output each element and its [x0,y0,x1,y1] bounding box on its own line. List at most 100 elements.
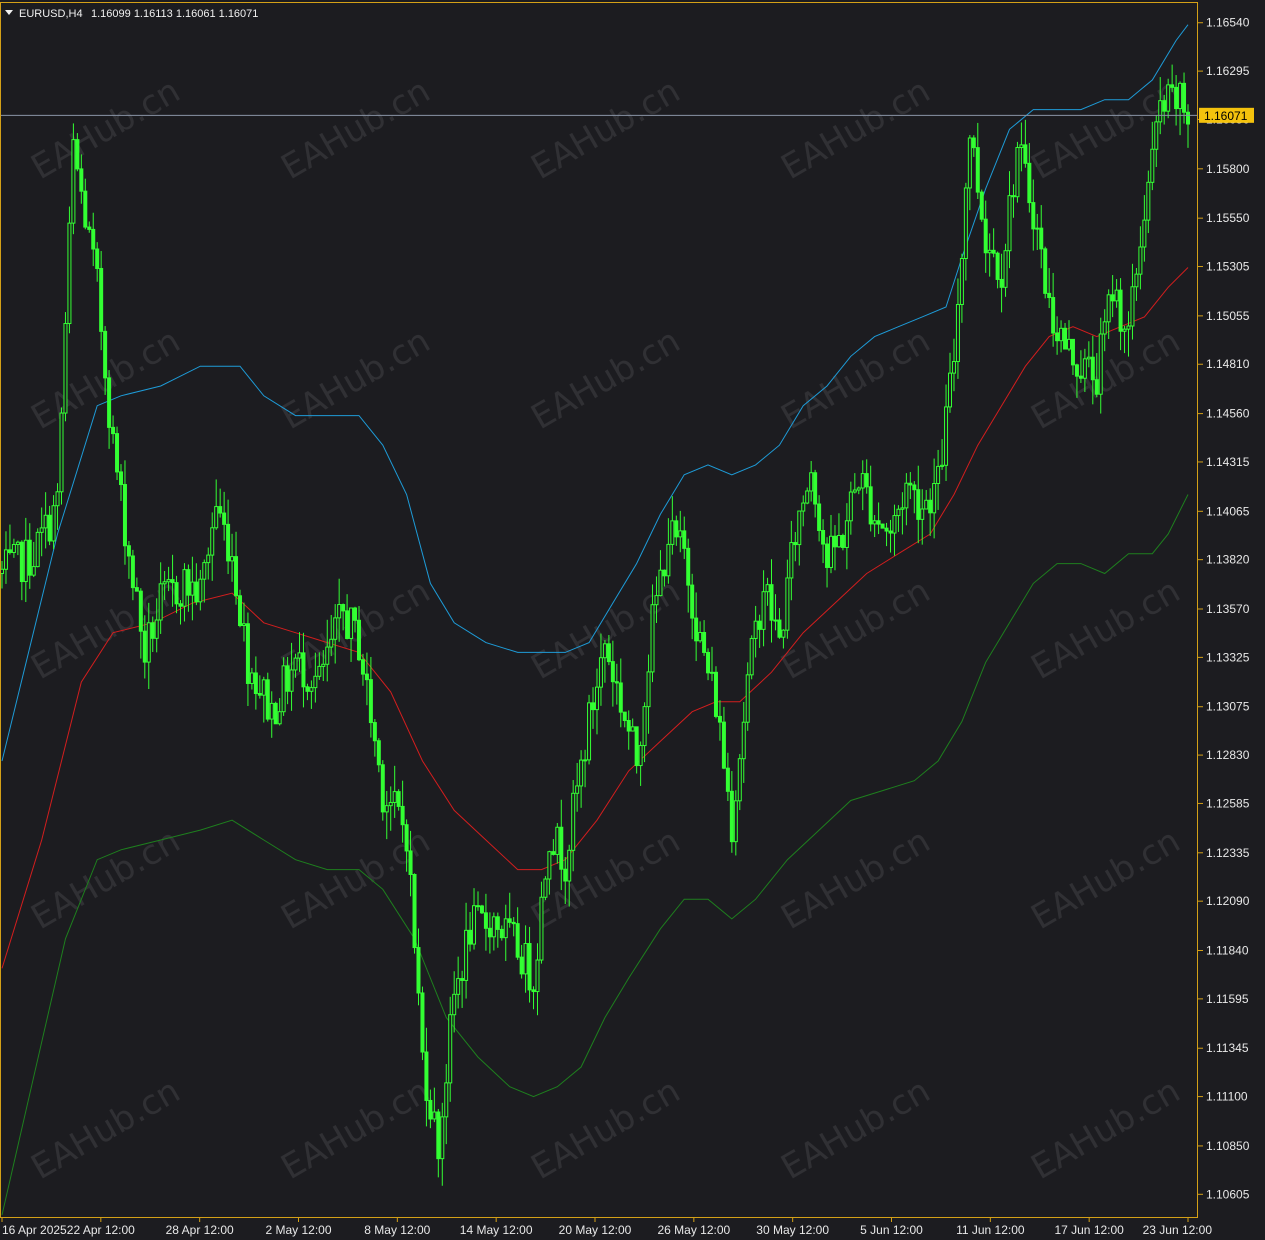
candle-body [682,530,687,549]
candle-body [535,959,540,993]
candle-body [1019,144,1024,149]
candle-body [995,252,1000,280]
candle-body [321,663,326,667]
candle-body [729,790,734,843]
candle-body [575,785,580,794]
time-tick-label: 11 Jun 12:00 [956,1223,1025,1237]
candle-body [745,674,750,723]
price-chart[interactable]: EAHub.cn EAHub.cn EAHub.cn EAHub.cn EAHub.cn… [0,0,1265,1240]
candle-body [35,531,40,568]
price-tick-label: 1.15305 [1206,260,1250,274]
candle-body [388,801,393,807]
candle-body [495,916,500,930]
candle-body [1082,358,1087,379]
candle-body [610,661,615,683]
candle-body [269,702,274,720]
candle-body [1094,379,1099,395]
candle-body [741,721,746,760]
candle-body [257,693,262,696]
candle-body [1003,250,1008,288]
candle [265,672,270,722]
candle-body [571,792,576,851]
candle-body [856,487,861,491]
candle [35,528,40,568]
candle-body [1186,111,1190,125]
candle-body [769,584,774,621]
candle-body [765,584,770,593]
candle-body [55,491,60,507]
candle-body [880,523,885,529]
candle-body [142,630,147,663]
candle-body [1007,195,1012,252]
candle-body [261,679,266,696]
candle-body [1078,375,1083,379]
candle-body [487,927,492,938]
candle-body [821,530,826,545]
candle-body [805,490,810,504]
candle-body [166,579,171,583]
price-tick-label: 1.13325 [1206,650,1250,664]
candle-body [721,721,726,769]
candle-body [226,523,231,562]
candle-body [650,604,655,673]
candle-body [1031,202,1036,230]
candle-body [888,530,893,534]
price-tick-label: 1.14065 [1206,504,1250,518]
candle-body [785,577,790,631]
candle-body [567,849,572,882]
candle-body [940,464,945,467]
candle-body [341,604,346,612]
candle-body [1043,248,1048,294]
candle-body [646,671,651,708]
candle-body [797,510,802,546]
candle-body [987,249,992,254]
candle-body [503,918,508,939]
candle-body [186,569,191,596]
candle-body [448,1014,453,1084]
candle-body [182,569,187,607]
candle-body [1122,328,1127,332]
candle-body [43,514,48,529]
chart-header: EURUSD,H4 1.16099 1.16113 1.16061 1.1607… [5,8,258,20]
candle-body [670,520,675,545]
candle-body [75,139,80,170]
candle-body [1118,289,1123,332]
price-tick-label: 1.15800 [1206,162,1250,176]
candle-body [428,1099,433,1120]
candle-body [583,759,588,762]
candle-body [1162,100,1167,112]
candle-body [468,929,473,945]
candle [840,533,845,551]
candle-body [51,505,56,542]
candle-body [483,912,488,929]
candle-body [789,542,794,579]
candle-body [130,555,135,589]
candle-body [638,745,643,767]
candle-body [662,569,667,577]
time-tick-label: 28 Apr 12:00 [166,1223,234,1237]
candle-body [158,583,163,621]
candle-body [1158,100,1163,123]
candle [587,694,592,765]
candle-body [154,619,159,639]
candle-body [971,137,976,149]
candle-body [860,473,865,489]
candle-body [1055,332,1060,342]
candle-body [832,535,837,548]
candle-body [285,665,290,692]
candle [543,876,548,901]
candle-body [959,258,964,305]
time-tick-label: 14 May 12:00 [460,1223,533,1237]
candle [273,701,278,725]
candle-body [436,1111,441,1160]
candle-body [1023,144,1028,164]
candle [479,904,484,915]
candle-body [416,947,421,994]
candle-body [146,622,151,663]
time-tick-label: 30 May 12:00 [756,1223,829,1237]
candle-body [265,679,270,720]
candle-body [39,527,44,533]
time-tick-label: 22 Apr 12:00 [67,1223,135,1237]
candle-body [598,657,603,688]
candle-body [916,489,921,520]
